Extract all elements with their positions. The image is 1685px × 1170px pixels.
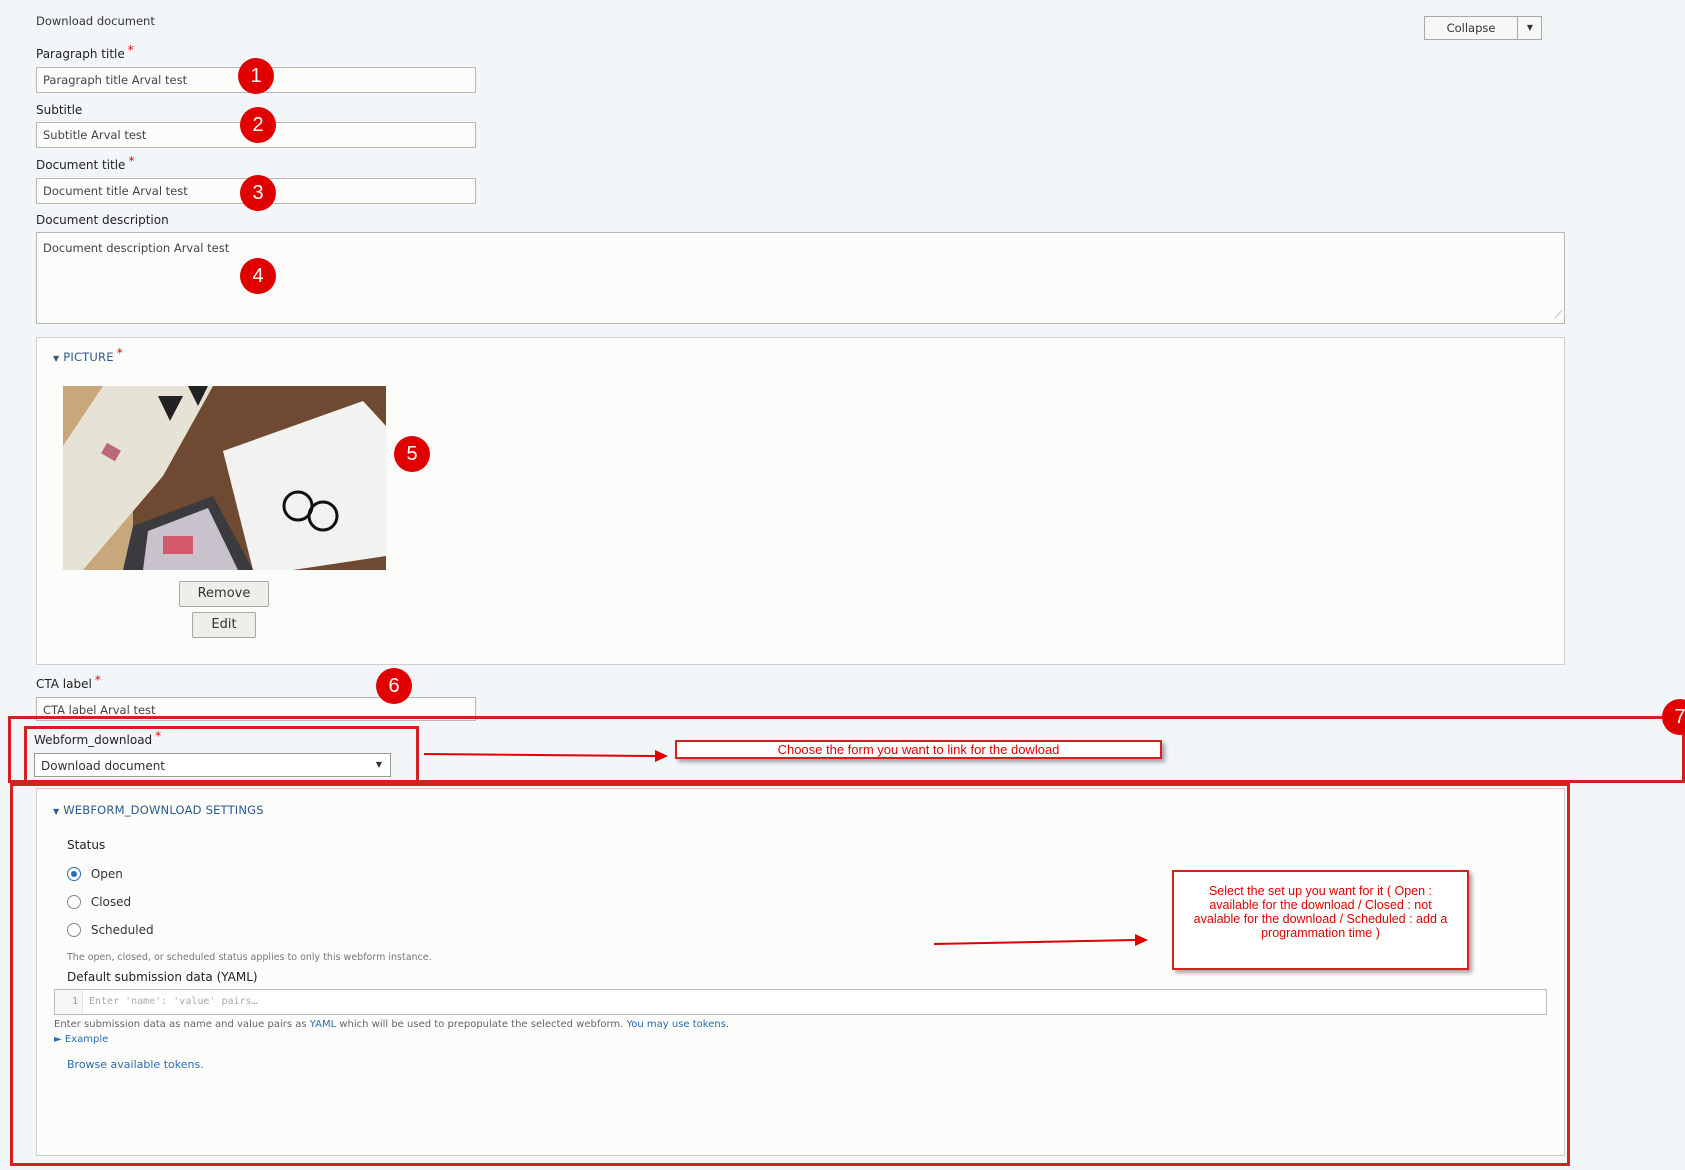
document-title-label: Document title * bbox=[36, 154, 135, 172]
dropdown-caret-icon[interactable]: ▼ bbox=[1517, 17, 1542, 39]
annotation-badge-2: 2 bbox=[240, 107, 276, 143]
edit-button[interactable]: Edit bbox=[192, 612, 256, 638]
annotation-badge-3: 3 bbox=[240, 175, 276, 211]
arrow-right-icon bbox=[933, 934, 1148, 946]
cta-label-label: CTA label * bbox=[36, 673, 101, 691]
annotation-box-settings bbox=[10, 783, 1570, 1166]
paragraph-title-label: Paragraph title * bbox=[36, 43, 134, 61]
picture-summary[interactable]: ▼ PICTURE * bbox=[53, 346, 123, 364]
desk-laptop-image bbox=[63, 386, 386, 570]
subtitle-label: Subtitle bbox=[36, 103, 83, 117]
annotation-box-select bbox=[24, 726, 419, 784]
annotation-badge-5: 5 bbox=[394, 436, 430, 472]
annotation-note-form: Choose the form you want to link for the… bbox=[675, 740, 1162, 759]
arrow-right-icon bbox=[423, 750, 668, 762]
collapse-button-group[interactable]: Collapse ▼ bbox=[1424, 16, 1542, 40]
resize-handle-icon[interactable]: ⟋ bbox=[1555, 310, 1562, 321]
document-description-label: Document description bbox=[36, 213, 169, 227]
paragraph-type-title: Download document bbox=[36, 14, 155, 28]
annotation-badge-6: 6 bbox=[376, 668, 412, 704]
required-marker: * bbox=[116, 346, 123, 360]
annotation-note-status: Select the set up you want for it ( Open… bbox=[1172, 870, 1469, 970]
collapse-button[interactable]: Collapse bbox=[1425, 17, 1517, 39]
required-marker: * bbox=[127, 43, 134, 57]
required-marker: * bbox=[128, 154, 135, 168]
required-marker: * bbox=[94, 673, 101, 687]
remove-button[interactable]: Remove bbox=[179, 581, 269, 607]
triangle-down-icon: ▼ bbox=[53, 354, 60, 363]
annotation-badge-1: 1 bbox=[238, 58, 274, 94]
annotation-badge-4: 4 bbox=[240, 258, 276, 294]
document-description-text: Document description Arval test bbox=[43, 241, 230, 255]
picture-details-panel: ▼ PICTURE * Remove Edit bbox=[36, 337, 1565, 665]
